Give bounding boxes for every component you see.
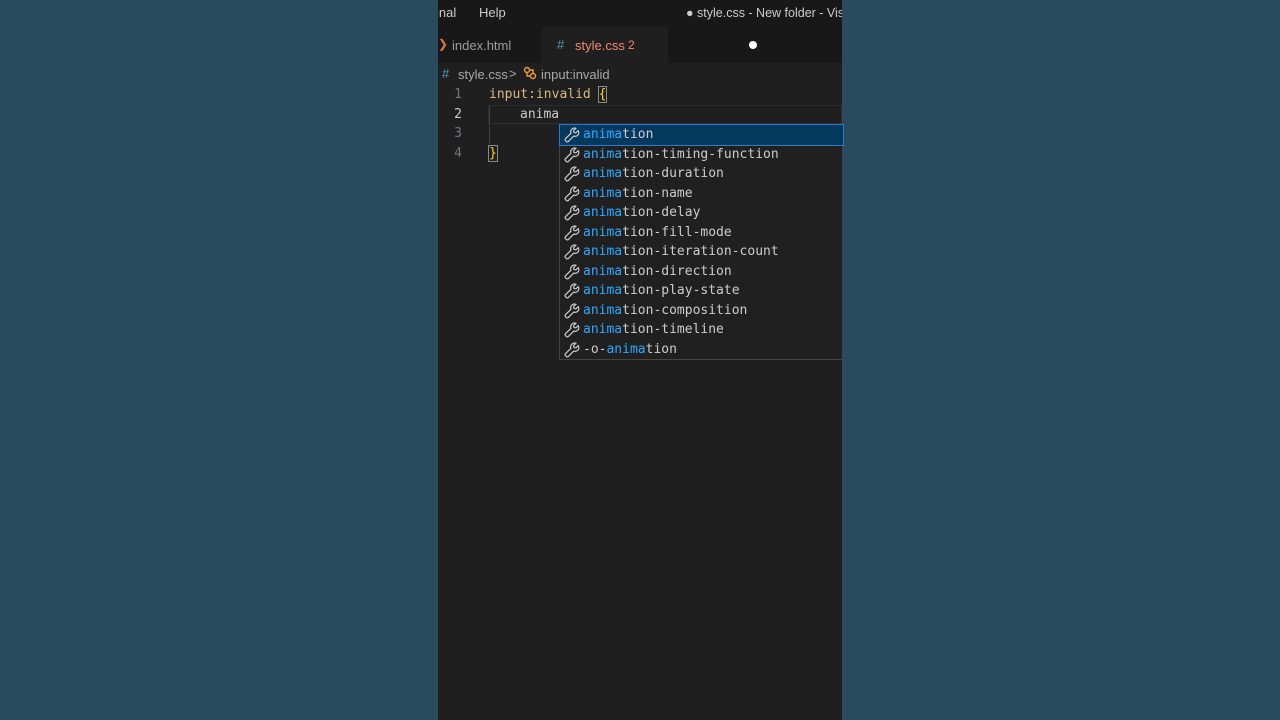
code-line-active: 2 anima [438, 104, 842, 124]
suggestion-rest: tion [645, 341, 677, 357]
suggestion-match: anima [583, 185, 623, 201]
suggestion-match: anima [583, 302, 623, 318]
right-background [842, 0, 1280, 720]
window-title-text: ● style.css - New folder - Vis [686, 6, 842, 20]
suggestion-rest: tion-iteration-count [622, 244, 779, 259]
css-hash-icon: # [557, 37, 565, 52]
suggestion-rest: tion-delay [622, 205, 701, 220]
suggestion-rest: tion-duration [622, 166, 724, 181]
line-number: 4 [454, 145, 462, 161]
suggestion-label: animation-timeline [583, 320, 724, 340]
suggestion-item[interactable]: animation [559, 124, 844, 146]
title-bar: inal Help ● style.css - New folder - Vis [438, 0, 842, 27]
suggestion-rest: tion-timing-function [622, 146, 779, 162]
menu-terminal[interactable]: inal [438, 5, 456, 20]
suggestion-rest: tion-fill-mode [622, 224, 732, 240]
suggestion-label: animation-iteration-count [583, 242, 779, 262]
tab-style-css[interactable]: # style.css 2 [542, 27, 757, 63]
suggestion-match: anima [583, 283, 623, 298]
line-number: 2 [454, 106, 462, 122]
suggestion-item[interactable]: animation-fill-mode [560, 223, 843, 243]
suggestion-item[interactable]: animation-delay [560, 203, 843, 223]
suggestion-item[interactable]: animation-direction [560, 262, 843, 282]
suggestion-match: anima [583, 263, 623, 279]
suggestion-match: anima [583, 146, 623, 162]
wrench-icon [564, 185, 580, 202]
suggestion-rest: tion-composition [622, 302, 748, 318]
close-brace: } [488, 144, 498, 162]
suggestion-item[interactable]: animation-timeline [560, 320, 843, 340]
suggestion-label: animation-fill-mode [583, 223, 732, 243]
window-title: ● style.css - New folder - Vis [686, 5, 842, 20]
breadcrumb-file[interactable]: style.css [458, 67, 508, 82]
unsaved-dot-icon[interactable] [749, 41, 757, 49]
suggestion-item[interactable]: animation-composition [560, 301, 843, 321]
wrench-icon [564, 283, 580, 299]
suggestion-rest: tion-direction [622, 263, 732, 279]
suggestion-label: animation-direction [583, 262, 732, 282]
suggestion-widget[interactable]: animation animation-timing-function animat… [559, 124, 844, 360]
css-hash-icon: # [442, 66, 450, 81]
suggestion-match: anima [583, 127, 623, 142]
line-text: input:invalid { [489, 85, 608, 105]
wrench-icon [564, 224, 580, 241]
suggestion-item[interactable]: -o-animation [560, 340, 843, 360]
tab-label: style.css [575, 38, 625, 53]
suggestion-rest: tion-timeline [622, 322, 724, 337]
suggestion-rest: tion-name [622, 185, 693, 201]
suggestion-rest: tion-play-state [622, 283, 740, 298]
breadcrumb: # style.css > input:invalid [438, 63, 842, 85]
left-background [0, 0, 438, 720]
breadcrumb-symbol[interactable]: input:invalid [541, 67, 610, 82]
suggestion-label: animation-timing-function [583, 145, 779, 165]
suggestion-label: animation-duration [583, 164, 724, 184]
wrench-icon [564, 302, 580, 319]
open-brace: { [597, 86, 608, 103]
suggestion-label: animation [583, 125, 653, 145]
symbol-class-icon [523, 66, 537, 80]
suggestion-item[interactable]: animation-timing-function [560, 145, 843, 165]
typed-text: anima [520, 106, 560, 122]
suggestion-match: anima [583, 322, 623, 337]
tab-bar: ❯ index.html # style.css 2 [438, 27, 842, 63]
suggestion-item[interactable]: animation-duration [560, 164, 843, 184]
suggestion-match: anima [583, 224, 623, 240]
suggestion-item[interactable]: animation-name [560, 184, 843, 204]
wrench-icon [564, 127, 580, 143]
suggestion-match: anima [583, 205, 623, 220]
css-selector: input:invalid [489, 87, 599, 102]
line-number: 3 [454, 126, 462, 141]
wrench-icon [564, 244, 580, 260]
suggestion-match: anima [583, 166, 623, 181]
wrench-icon [564, 205, 580, 221]
wrench-icon [564, 166, 580, 182]
suggestion-match: anima [606, 341, 646, 357]
breadcrumb-separator: > [509, 66, 517, 81]
suggestion-prefix: -o- [583, 341, 607, 357]
line-number: 1 [454, 87, 462, 102]
suggestion-label: animation-composition [583, 301, 747, 321]
html-chevron-icon: ❯ [438, 37, 449, 51]
wrench-icon [564, 341, 580, 358]
suggestion-label: animation-name [583, 184, 693, 204]
suggestion-match: anima [583, 244, 623, 259]
tab-index-html[interactable]: ❯ index.html [438, 27, 542, 63]
menu-help[interactable]: Help [479, 5, 506, 20]
suggestion-label: -o-animation [583, 340, 677, 360]
wrench-icon [564, 146, 580, 163]
code-line: 1 input:invalid { [438, 85, 842, 105]
suggestion-label: animation-delay [583, 203, 700, 223]
wrench-icon [564, 322, 580, 338]
vscode-window: inal Help ● style.css - New folder - Vis… [438, 0, 842, 720]
suggestion-item[interactable]: animation-play-state [560, 281, 843, 301]
tab-label: index.html [452, 38, 512, 53]
wrench-icon [564, 263, 580, 280]
line-text: } [488, 144, 498, 164]
suggestion-label: animation-play-state [583, 281, 740, 301]
suggestion-rest: tion [622, 127, 654, 142]
suggestion-item[interactable]: animation-iteration-count [560, 242, 843, 262]
problem-count-badge: 2 [628, 38, 635, 52]
